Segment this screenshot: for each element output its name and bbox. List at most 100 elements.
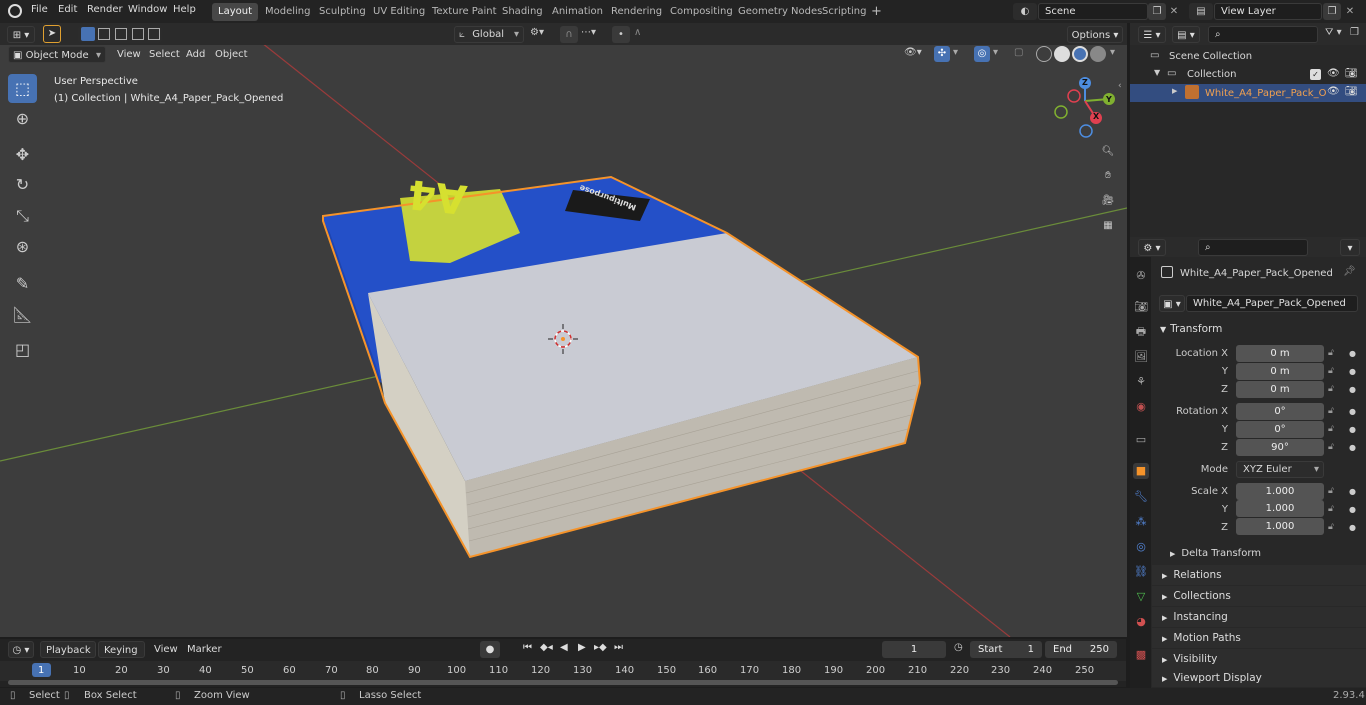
viewport-display-panel[interactable]: ▶ Viewport Display <box>1152 669 1366 687</box>
tool-tab-icon[interactable]: ✇ <box>1133 268 1149 284</box>
select-box-tool-icon[interactable]: ⬚ <box>8 74 37 103</box>
scene-type-icon[interactable]: ◐ <box>1013 3 1037 20</box>
timeline-view-menu[interactable]: View <box>154 641 178 658</box>
lock-icon[interactable]: 🔓︎ <box>1328 406 1334 416</box>
scale-x-field[interactable]: 1.000 <box>1236 483 1324 500</box>
object-name-field[interactable]: White_A4_Paper_Pack_Opened <box>1186 295 1358 312</box>
options-button[interactable]: Options ▾ <box>1067 26 1123 43</box>
rotate-tool-icon[interactable]: ↻ <box>8 170 37 199</box>
camera-icon[interactable]: 📷︎ <box>1345 86 1358 97</box>
lock-icon[interactable]: 🔓︎ <box>1328 442 1334 452</box>
material-shading-icon[interactable] <box>1072 46 1088 62</box>
cursor-tool-icon[interactable]: ⊕ <box>8 104 37 133</box>
world-tab-icon[interactable]: ◉ <box>1133 399 1149 415</box>
snap-toggle-icon[interactable]: ∩ <box>560 26 578 43</box>
transform-panel-header[interactable]: ▼ Transform <box>1152 321 1366 338</box>
gizmo-toggle-icon[interactable]: ✣ <box>934 46 950 62</box>
annotate-tool-icon[interactable]: ✎ <box>8 269 37 298</box>
overlay-toggle-icon[interactable]: ◎ <box>974 46 990 62</box>
3d-viewport[interactable]: Z Y X A4 Multipurpose User Perspective (… <box>0 23 1127 637</box>
keyframe-dot-icon[interactable]: ● <box>1349 523 1356 532</box>
keyframe-dot-icon[interactable]: ● <box>1349 407 1356 416</box>
constraints-tab-icon[interactable]: ⛓︎ <box>1133 564 1149 580</box>
new-scene-icon[interactable]: ❐ <box>1148 3 1166 20</box>
menu-help[interactable]: Help <box>173 4 196 15</box>
jump-end-icon[interactable]: ⏭ <box>614 642 623 653</box>
outliner-search-input[interactable]: ⌕ <box>1208 26 1318 43</box>
sidebar-toggle-icon[interactable]: ‹ <box>1118 81 1122 91</box>
collection-tab-icon[interactable]: ▭ <box>1133 432 1149 448</box>
eye-icon[interactable]: 👁︎ <box>1327 68 1340 79</box>
location-z-field[interactable]: 0 m <box>1236 381 1324 398</box>
ortho-toggle-icon[interactable]: ▦ <box>1100 218 1116 234</box>
material-tab-icon[interactable]: ◕ <box>1133 614 1149 630</box>
physics-tab-icon[interactable]: ◎ <box>1133 539 1149 555</box>
add-cube-tool-icon[interactable]: ◰ <box>8 335 37 364</box>
camera-view-icon[interactable]: 🎥︎ <box>1100 193 1116 209</box>
mode-subtract-icon[interactable] <box>115 28 127 40</box>
preview-range-icon[interactable]: ◷ <box>954 642 963 653</box>
tab-animation[interactable]: Animation <box>546 3 609 21</box>
rotation-z-field[interactable]: 90° <box>1236 439 1324 456</box>
visibility-panel[interactable]: ▶ Visibility <box>1152 649 1366 669</box>
play-icon[interactable]: ▶ <box>578 642 586 653</box>
output-tab-icon[interactable]: 🖶︎ <box>1133 324 1149 340</box>
start-frame-field[interactable]: Start 1 <box>970 641 1042 658</box>
timeline-scrollbar[interactable] <box>8 680 1118 685</box>
tab-geometry-nodes[interactable]: Geometry Nodes <box>732 3 828 21</box>
scale-z-field[interactable]: 1.000 <box>1236 518 1324 535</box>
move-tool-icon[interactable]: ✥ <box>8 140 37 169</box>
mode-new-icon[interactable] <box>81 27 95 41</box>
tab-rendering[interactable]: Rendering <box>605 3 668 21</box>
timeline-editor-type[interactable]: ◷ ▾ <box>8 641 34 658</box>
delta-transform-subpanel[interactable]: ▶ Delta Transform <box>1170 546 1360 562</box>
pan-view-icon[interactable]: ✋︎ <box>1100 168 1116 184</box>
pivot-point-icon[interactable]: ⚙▾ <box>530 27 544 38</box>
instancing-panel[interactable]: ▶ Instancing <box>1152 607 1366 627</box>
lock-icon[interactable]: 🔓︎ <box>1328 486 1334 496</box>
keyframe-dot-icon[interactable]: ● <box>1349 385 1356 394</box>
tab-texture-paint[interactable]: Texture Paint <box>426 3 503 21</box>
lock-icon[interactable]: 🔓︎ <box>1328 522 1334 532</box>
timeline-marker-menu[interactable]: Marker <box>187 641 222 658</box>
mode-intersect-icon[interactable] <box>148 28 160 40</box>
keyframe-dot-icon[interactable]: ● <box>1349 505 1356 514</box>
mode-extend-icon[interactable] <box>98 28 110 40</box>
measure-tool-icon[interactable]: 📐︎ <box>8 300 37 329</box>
current-frame-field[interactable]: 1 <box>882 641 946 658</box>
orientation-dropdown[interactable]: ⟀ Global ▾ <box>454 26 524 43</box>
keyframe-dot-icon[interactable]: ● <box>1349 425 1356 434</box>
transform-tool-icon[interactable]: ⊛ <box>8 232 37 261</box>
tab-modeling[interactable]: Modeling <box>259 3 317 21</box>
menu-view[interactable]: View <box>117 46 141 63</box>
view-layer-tab-icon[interactable]: 🖼︎ <box>1133 349 1149 365</box>
keyframe-dot-icon[interactable]: ● <box>1349 443 1356 452</box>
scene-tab-icon[interactable]: ⚘ <box>1133 374 1149 390</box>
view-layer-icon[interactable]: ▤ <box>1189 3 1213 20</box>
select-tool-mode-icon[interactable]: ➤ <box>43 25 61 43</box>
properties-search-input[interactable]: ⌕ <box>1198 239 1308 256</box>
tab-layout[interactable]: Layout <box>212 3 258 21</box>
next-keyframe-icon[interactable]: ▸◆ <box>594 642 607 653</box>
playback-menu[interactable]: Playback ▾ <box>40 641 96 673</box>
keying-menu[interactable]: Keying ▾ <box>98 641 145 673</box>
outliner-editor-type[interactable]: ☰ ▾ <box>1138 26 1166 43</box>
editor-type-button[interactable]: ⊞ ▾ <box>7 26 35 43</box>
scale-y-field[interactable]: 1.000 <box>1236 500 1324 517</box>
lock-icon[interactable]: 🔓︎ <box>1328 504 1334 514</box>
properties-options[interactable]: ▾ <box>1340 239 1360 256</box>
snap-target-icon[interactable]: ⋯▾ <box>581 27 596 38</box>
solid-shading-icon[interactable] <box>1054 46 1070 62</box>
scene-selector[interactable]: Scene <box>1038 3 1148 20</box>
tab-sculpting[interactable]: Sculpting <box>313 3 372 21</box>
relations-panel[interactable]: ▶ Relations <box>1152 565 1366 585</box>
new-collection-icon[interactable]: ❐ <box>1350 27 1359 38</box>
xray-toggle-icon[interactable]: ▢ <box>1014 47 1023 58</box>
collections-panel[interactable]: ▶ Collections <box>1152 586 1366 606</box>
rotation-mode-dropdown[interactable]: XYZ Euler ▾ <box>1236 461 1324 478</box>
expand-arrow-icon[interactable]: ▶ <box>1172 87 1177 95</box>
record-button[interactable]: ● <box>480 641 500 658</box>
keyframe-dot-icon[interactable]: ● <box>1349 367 1356 376</box>
modifier-tab-icon[interactable]: 🔧︎ <box>1133 489 1149 505</box>
visibility-icon[interactable]: 👁︎▾ <box>904 47 922 58</box>
